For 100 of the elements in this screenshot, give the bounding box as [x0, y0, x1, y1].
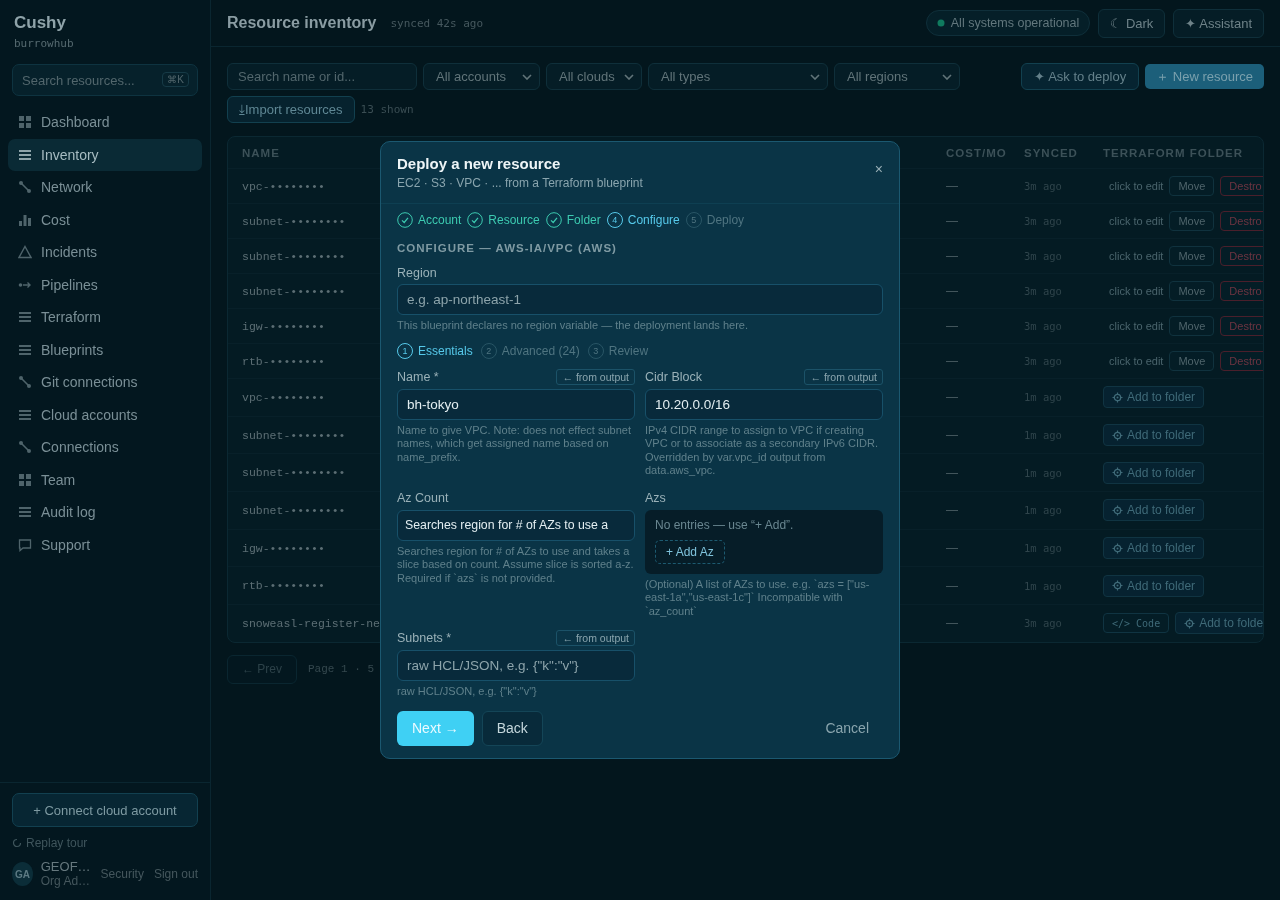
page-title: Resource inventory — [227, 14, 377, 32]
move-button[interactable]: Move — [1169, 316, 1215, 336]
nav-item[interactable]: Inventory — [8, 138, 202, 171]
footer-link[interactable]: Sign out — [153, 867, 198, 881]
edit-hint[interactable]: click to edit — [1109, 180, 1164, 192]
table-cell-text: — — [946, 541, 959, 556]
filter-dropdown[interactable]: All regions — [834, 63, 960, 90]
nav-item[interactable]: Blueprints — [8, 333, 202, 366]
chat-icon — [18, 537, 32, 552]
bar-chart-icon — [18, 212, 32, 227]
branch-icon — [18, 180, 32, 195]
sub-tab[interactable]: 3 Review — [587, 342, 649, 359]
filter-dropdown[interactable]: All clouds — [546, 63, 642, 90]
add-to-folder-button[interactable]: Add to folder — [1103, 424, 1205, 447]
new-resource-button[interactable]: ＋ New resource — [1145, 64, 1264, 89]
destroy-button[interactable]: Destro — [1220, 176, 1263, 196]
nav-item[interactable]: Audit log — [8, 496, 202, 529]
status-dot-icon — [936, 19, 945, 27]
header-button[interactable]: ☾ Dark — [1098, 8, 1166, 38]
list-icon — [18, 407, 32, 422]
branch-icon — [18, 440, 32, 455]
wizard-step[interactable]: Account — [397, 212, 462, 228]
wizard-step[interactable]: 5 Deploy — [685, 212, 745, 228]
check-icon — [397, 212, 413, 228]
move-button[interactable]: Move — [1169, 211, 1215, 231]
nav-item[interactable]: Pipelines — [8, 268, 202, 301]
filter-dropdown[interactable]: All types — [648, 63, 828, 90]
nav-item[interactable]: Git connections — [8, 366, 202, 399]
text-field[interactable]: Searches region for # of AZs to use a — [397, 509, 635, 541]
nav-item[interactable]: Incidents — [8, 236, 202, 269]
nav-item[interactable]: Cloud accounts — [8, 398, 202, 431]
back-button[interactable]: Back — [481, 710, 543, 746]
empty-message: No entries — use “+ Add”. — [655, 517, 795, 532]
region-field[interactable]: e.g. ap-northeast-1 — [397, 284, 883, 315]
help-text: This blueprint declares no region variable — the deployment lands here. — [397, 319, 749, 333]
destroy-button[interactable]: Destro — [1220, 211, 1263, 231]
nav-item[interactable]: Network — [8, 171, 202, 204]
edit-hint[interactable]: click to edit — [1109, 320, 1164, 332]
edit-hint[interactable]: click to edit — [1109, 250, 1164, 262]
move-button[interactable]: Move — [1169, 246, 1215, 266]
add-to-folder-button[interactable]: Add to folder — [1103, 574, 1205, 597]
from-output-button[interactable]: ← from output — [804, 368, 883, 385]
add-to-folder-button[interactable]: Add to folder — [1103, 386, 1205, 409]
resource-name: vpc-•••••••• — [242, 390, 325, 404]
edit-hint[interactable]: click to edit — [1109, 215, 1164, 227]
resource-name: igw-•••••••• — [242, 319, 325, 333]
move-button[interactable]: Move — [1169, 281, 1215, 301]
column-header: SYNCED — [1024, 146, 1079, 159]
nav-item[interactable]: Cost — [8, 203, 202, 236]
chevron-icon — [624, 73, 634, 80]
nav-item[interactable]: Support — [8, 528, 202, 561]
import-button[interactable]: ⤓Import resources — [227, 96, 355, 123]
add-to-folder-button[interactable]: Add to folde — [1175, 612, 1263, 635]
shortcut-hint: ⌘K — [162, 72, 189, 87]
close-button[interactable]: × — [874, 161, 883, 177]
from-output-button[interactable]: ← from output — [556, 368, 635, 385]
destroy-button[interactable]: Destro — [1220, 351, 1263, 371]
add-to-folder-button[interactable]: Add to folder — [1103, 461, 1205, 484]
from-output-button[interactable]: ← from output — [556, 630, 635, 646]
footer-link[interactable]: Security — [100, 867, 144, 881]
code-button[interactable]: </> Code — [1103, 613, 1170, 634]
move-button[interactable]: Move — [1169, 176, 1215, 196]
text-field[interactable]: 10.20.0.0/16 — [645, 388, 883, 420]
header-button[interactable]: ✦ Assistant — [1173, 8, 1264, 38]
user-role: Org Ad… — [40, 874, 91, 888]
nav-item[interactable]: Team — [8, 463, 202, 496]
check-icon — [545, 212, 562, 228]
table-cell-text: — — [946, 465, 959, 480]
wizard-step[interactable]: Resource — [467, 212, 540, 228]
help-text: (Optional) A list of AZs to use. e.g. `azs = ["us-east-1a","us-east-1c"]` Incompatible with `az_count` — [645, 577, 871, 618]
nav-item[interactable]: Dashboard — [8, 106, 202, 139]
wizard-step[interactable]: 4 Configure — [606, 212, 680, 228]
destroy-button[interactable]: Destro — [1220, 246, 1263, 266]
destroy-button[interactable]: Destro — [1220, 281, 1263, 301]
connect-account-button[interactable]: + Connect cloud account — [12, 793, 198, 827]
sub-tab[interactable]: 2 Advanced (24) — [480, 342, 580, 359]
sub-tab[interactable]: 1 Essentials — [397, 342, 473, 359]
warning-icon — [18, 245, 32, 260]
table-cell-text: — — [946, 503, 959, 518]
cancel-button[interactable]: Cancel — [811, 710, 883, 746]
edit-hint[interactable]: click to edit — [1109, 285, 1164, 297]
add-to-folder-button[interactable]: Add to folder — [1103, 537, 1205, 560]
ask-to-deploy-button[interactable]: ✦ Ask to deploy — [1021, 63, 1140, 90]
nav-item[interactable]: Terraform — [8, 301, 202, 334]
add-item-button[interactable]: + Add Az — [655, 539, 725, 564]
table-cell-text: — — [946, 616, 959, 631]
table-cell-text: — — [946, 214, 959, 228]
filter-dropdown[interactable]: All accounts — [423, 63, 540, 90]
text-field[interactable]: raw HCL/JSON, e.g. {"k":"v"} — [397, 650, 635, 681]
move-button[interactable]: Move — [1169, 351, 1215, 371]
replay-tour-link[interactable]: Replay tour — [12, 836, 198, 850]
search-field[interactable]: Search name or id... — [227, 63, 417, 90]
nav-item[interactable]: Connections — [8, 431, 202, 464]
wizard-step[interactable]: Folder — [545, 212, 601, 228]
add-to-folder-button[interactable]: Add to folder — [1103, 499, 1205, 522]
destroy-button[interactable]: Destro — [1220, 316, 1263, 336]
text-field[interactable]: bh-tokyo — [397, 388, 635, 420]
help-text: IPv4 CIDR range to assign to VPC if creating VPC or to associate as a secondary IPv6 CIDR. Overridden by var.vpc_id output from data.aws_vpc. — [645, 423, 879, 478]
edit-hint[interactable]: click to edit — [1109, 355, 1164, 367]
resource-name: subnet-•••••••• — [242, 249, 346, 263]
